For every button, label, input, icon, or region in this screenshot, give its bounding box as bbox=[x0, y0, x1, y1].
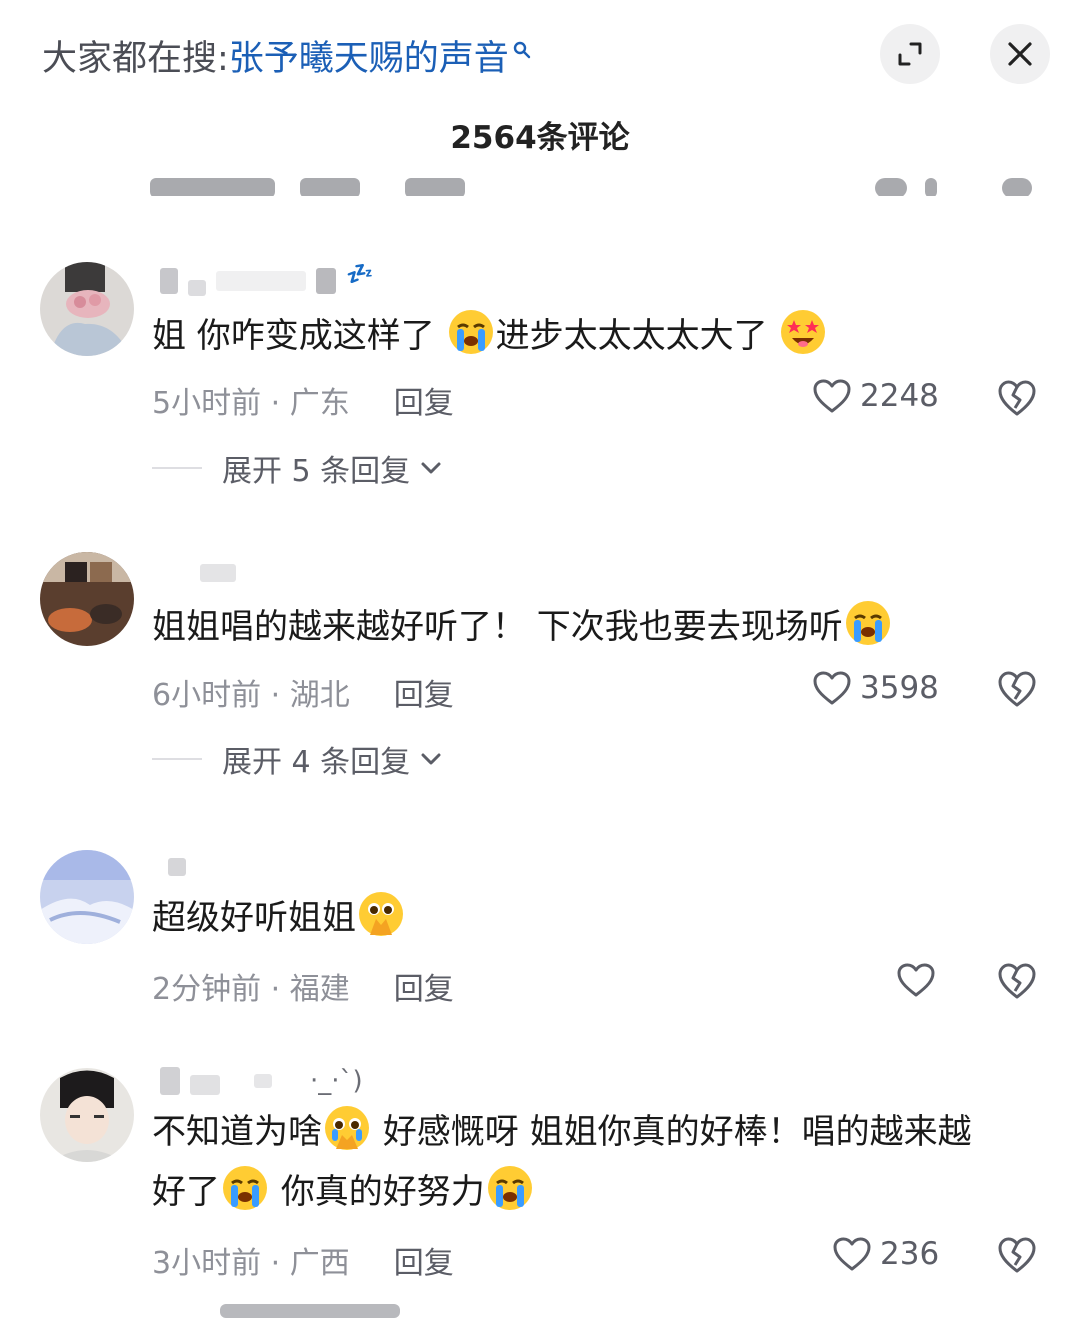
comment-text-part: 好了 bbox=[152, 1172, 220, 1212]
broken-heart-icon[interactable] bbox=[996, 378, 1038, 418]
heart-outline-icon bbox=[897, 963, 935, 997]
comment-text-part: 你真的好努力 bbox=[280, 1172, 485, 1212]
reply-button[interactable]: 回复 bbox=[394, 972, 454, 1007]
expand-icon bbox=[898, 42, 922, 66]
like-count: 3598 bbox=[860, 670, 939, 706]
close-icon bbox=[1008, 42, 1032, 66]
reply-button[interactable]: 回复 bbox=[394, 386, 454, 421]
heart-outline-icon bbox=[813, 671, 851, 705]
comment-text-part: 姐 你咋变成这样了 bbox=[152, 316, 435, 356]
loudly-crying-emoji-icon bbox=[487, 1165, 533, 1211]
reply-button[interactable]: 回复 bbox=[394, 1246, 454, 1281]
username-masked[interactable] bbox=[160, 556, 236, 590]
comment-time-location: 5小时前 · 广东 bbox=[152, 386, 350, 421]
comment-count: 2564条评论 bbox=[450, 120, 630, 156]
loudly-crying-emoji-icon bbox=[845, 600, 891, 646]
avatar[interactable] bbox=[40, 850, 134, 944]
chevron-down-icon bbox=[421, 462, 441, 474]
like-count: 2248 bbox=[860, 378, 939, 414]
comment-text-part: 姐姐唱的越来越好听了！ 下次我也要去现场听 bbox=[152, 607, 843, 647]
avatar[interactable] bbox=[40, 262, 134, 356]
previous-comment-meta-cutoff bbox=[150, 168, 1050, 196]
like-button[interactable]: 2248 bbox=[812, 378, 939, 414]
search-icon bbox=[513, 28, 531, 68]
comment-text-part: 好感慨呀 姐姐你真的好棒！唱的越来越 bbox=[382, 1112, 972, 1152]
hot-search-term[interactable]: 张予曦天赐的声音 bbox=[229, 30, 509, 81]
chevron-down-icon bbox=[421, 753, 441, 765]
username-masked[interactable]: 💤 bbox=[160, 261, 374, 298]
like-button[interactable]: 236 bbox=[832, 1236, 939, 1272]
broken-heart-icon[interactable] bbox=[996, 1235, 1038, 1275]
username-masked[interactable]: ·_·`) bbox=[160, 1064, 363, 1098]
username-sleep-emoji: 💤 bbox=[346, 261, 374, 287]
username-kaomoji: ·_·`) bbox=[310, 1066, 363, 1096]
loudly-crying-emoji-icon bbox=[222, 1165, 268, 1211]
hot-search-prefix: 大家都在搜: bbox=[42, 38, 229, 79]
fullscreen-button[interactable] bbox=[880, 24, 940, 84]
close-button[interactable] bbox=[990, 24, 1050, 84]
hot-search-bar[interactable]: 大家都在搜: 张予曦天赐的声音 bbox=[42, 30, 531, 80]
broken-heart-icon[interactable] bbox=[996, 961, 1038, 1001]
expand-replies-button[interactable]: 展开 5 条回复 bbox=[152, 446, 442, 490]
comment-time-location: 3小时前 · 广西 bbox=[152, 1246, 350, 1281]
expand-replies-label: 展开 5 条回复 bbox=[222, 454, 411, 489]
comment-time-location: 6小时前 · 湖北 bbox=[152, 678, 350, 713]
expand-replies-button[interactable]: 展开 4 条回复 bbox=[152, 737, 442, 781]
comment-time-location: 2分钟前 · 福建 bbox=[152, 972, 350, 1007]
avatar[interactable] bbox=[40, 1068, 134, 1162]
comment-text: 超级好听姐姐 bbox=[152, 888, 1052, 948]
like-button[interactable]: 3598 bbox=[812, 670, 939, 706]
holding-back-tears-emoji-icon bbox=[324, 1105, 370, 1151]
comment-text-part: 进步太太太太大了 bbox=[495, 316, 768, 356]
next-expand-row-cutoff bbox=[220, 1298, 420, 1318]
broken-heart-icon[interactable] bbox=[996, 669, 1038, 709]
comment-meta: 5小时前 · 广东 回复 bbox=[152, 378, 454, 422]
pleading-hands-emoji-icon bbox=[358, 891, 404, 937]
heart-outline-icon bbox=[833, 1237, 871, 1271]
comment-text: 姐 你咋变成这样了 进步太太太太大了 bbox=[152, 306, 1052, 366]
comment-meta: 6小时前 · 湖北 回复 bbox=[152, 670, 454, 714]
comment-meta: 3小时前 · 广西 回复 bbox=[152, 1238, 454, 1282]
comment-text: 姐姐唱的越来越好听了！ 下次我也要去现场听 bbox=[152, 597, 1052, 657]
avatar[interactable] bbox=[40, 552, 134, 646]
expand-replies-label: 展开 4 条回复 bbox=[222, 745, 411, 780]
username-masked[interactable] bbox=[160, 850, 186, 884]
like-button[interactable] bbox=[896, 962, 936, 998]
comment-text: 不知道为啥 好感慨呀 姐姐你真的好棒！唱的越来越 好了 你真的好努力 bbox=[152, 1102, 1062, 1222]
reply-button[interactable]: 回复 bbox=[394, 678, 454, 713]
comment-text-part: 不知道为啥 bbox=[152, 1112, 322, 1152]
loudly-crying-emoji-icon bbox=[448, 309, 494, 355]
comment-meta: 2分钟前 · 福建 回复 bbox=[152, 964, 454, 1008]
star-struck-emoji-icon bbox=[780, 309, 826, 355]
like-count: 236 bbox=[880, 1236, 940, 1272]
comment-text-part: 超级好听姐姐 bbox=[152, 898, 356, 938]
heart-outline-icon bbox=[813, 379, 851, 413]
